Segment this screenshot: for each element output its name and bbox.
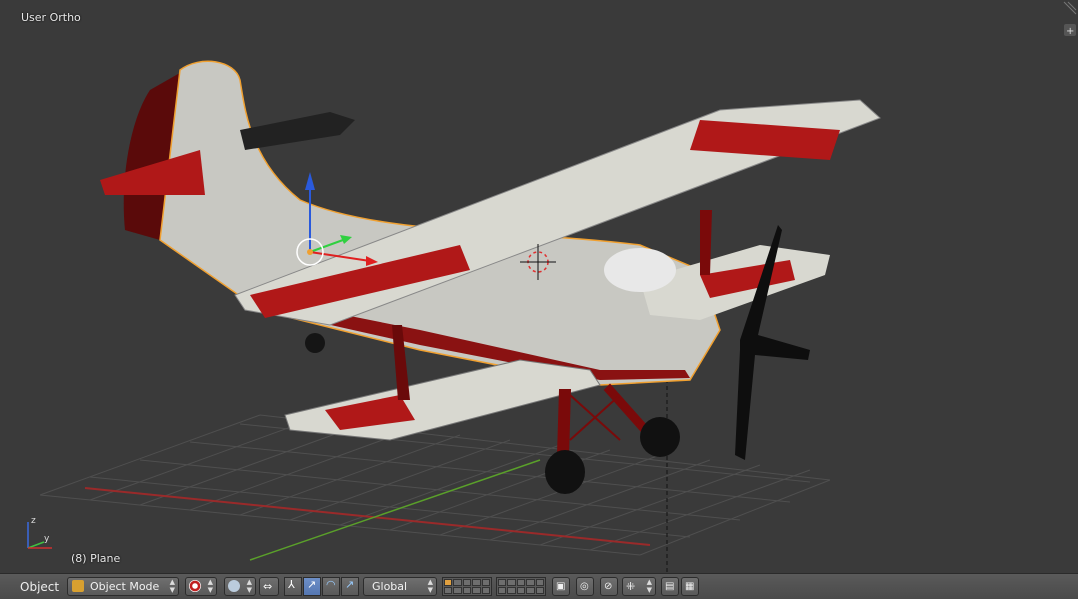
lower-wing	[284, 359, 601, 441]
viewport-scene[interactable]: z y +	[0, 0, 1078, 573]
rotate-toggle[interactable]: ◠	[322, 577, 340, 596]
3d-view-header: Object Object Mode ▲ ▼ ▲ ▼ ▲ ▼ ⇔ ⅄ ↗ ◠ ↗ Gl…	[0, 573, 1078, 599]
object-info: (8) Plane	[71, 552, 121, 565]
pivot-point-select[interactable]: ▲ ▼	[224, 577, 256, 596]
manipulator-icon: ⅄	[288, 578, 295, 591]
snap-toggle[interactable]: ⇔	[259, 577, 279, 596]
object-menu[interactable]: Object	[20, 580, 59, 594]
pivot-point-icon	[228, 580, 240, 592]
lock-camera-toggle[interactable]: ▣	[552, 577, 570, 596]
wheel-right	[640, 417, 680, 457]
translate-icon: ↗	[307, 578, 317, 591]
snap-icon: ⇔	[263, 580, 273, 593]
proportional-edit-toggle[interactable]: ⊘	[600, 577, 618, 596]
orientation-label: Global	[372, 580, 408, 593]
orientation-select[interactable]: Global ▲ ▼	[363, 577, 437, 596]
scale-toggle[interactable]: ↗	[341, 577, 359, 596]
floor-grid	[39, 414, 831, 556]
mode-select-label: Object Mode	[90, 580, 160, 593]
dropdown-arrows-icon: ▲ ▼	[646, 578, 652, 594]
dropdown-arrows-icon: ▲ ▼	[207, 578, 213, 594]
x-axis-line	[84, 487, 651, 546]
axis-z-label: z	[31, 516, 36, 526]
snap-element-icon: ⁜	[626, 580, 636, 593]
properties-toggle-icon[interactable]: +	[1066, 26, 1074, 37]
wheel-front	[545, 450, 585, 494]
engine-cowl	[604, 248, 676, 292]
tail-wheel	[305, 333, 325, 353]
plane-model[interactable]	[100, 60, 881, 494]
object-origin	[307, 249, 313, 255]
manipulator-toggle[interactable]: ⅄	[284, 577, 302, 596]
dropdown-arrows-icon: ▲ ▼	[427, 578, 433, 594]
wing-strut-front	[700, 210, 712, 275]
snap-element-select[interactable]: ⁜ ▲ ▼	[622, 577, 656, 596]
dropdown-arrows-icon: ▲ ▼	[169, 578, 175, 594]
cube-icon	[72, 580, 84, 592]
rotate-icon: ◠	[326, 578, 336, 591]
view-name: User Ortho	[21, 11, 81, 24]
3d-viewport[interactable]: z y + User Ortho (8) Plane	[0, 0, 1078, 573]
layers-group-1[interactable]	[442, 577, 492, 596]
render-button[interactable]: ▤	[661, 577, 679, 596]
editor-type-icon[interactable]	[2, 577, 16, 596]
dropdown-arrows-icon: ▲ ▼	[246, 578, 252, 594]
viewport-shading-select[interactable]: ▲ ▼	[185, 577, 217, 596]
render-icon: ▤	[665, 581, 675, 592]
translate-toggle[interactable]: ↗	[303, 577, 321, 596]
axis-widget: z y	[27, 516, 52, 549]
render-preview-toggle[interactable]: ◎	[576, 577, 594, 596]
z-arrow-head[interactable]	[305, 172, 315, 190]
scale-icon: ↗	[345, 578, 355, 591]
viewport-shading-icon	[189, 580, 201, 592]
area-split-widget[interactable]: +	[1063, 1, 1077, 37]
proportional-edit-icon: ⊘	[604, 581, 613, 592]
render-animation-icon: ▦	[685, 581, 695, 592]
axis-y-label: y	[44, 534, 50, 544]
tail-plane-right	[240, 112, 355, 150]
mode-select[interactable]: Object Mode ▲ ▼	[67, 577, 179, 596]
landing-gear	[556, 383, 652, 456]
render-animation-button[interactable]: ▦	[681, 577, 699, 596]
layers-group-2[interactable]	[496, 577, 546, 596]
render-preview-icon: ◎	[580, 581, 589, 592]
lock-camera-icon: ▣	[556, 581, 566, 592]
